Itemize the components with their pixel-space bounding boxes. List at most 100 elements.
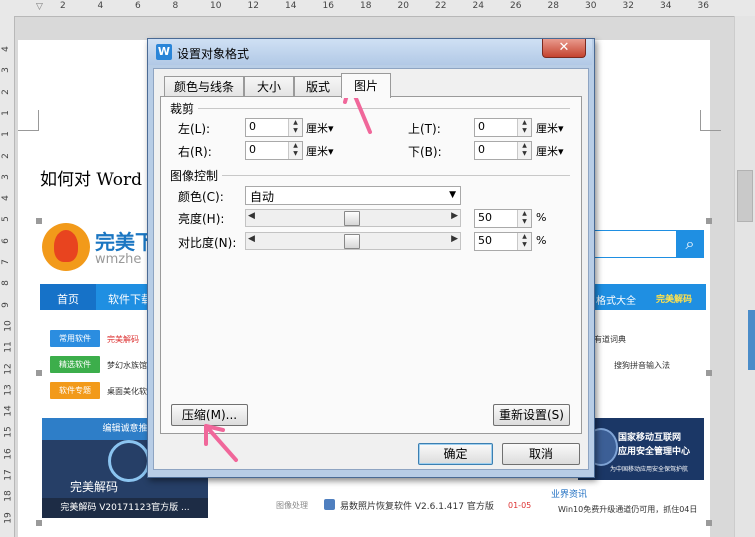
close-button[interactable]: ✕ — [542, 39, 586, 58]
site-banner-left-caption: 完美解码 V20171123官方版 ... — [42, 498, 208, 518]
ruler-number: 11 — [3, 341, 14, 353]
vertical-scrollbar[interactable] — [734, 16, 755, 537]
crop-top-unit[interactable]: 厘米▾ — [536, 120, 564, 136]
ruler-number: 8 — [172, 1, 179, 11]
contrast-label: 对比度(N): — [178, 236, 237, 250]
color-select[interactable]: 自动 ▼ — [245, 186, 461, 205]
ruler-number: 8 — [0, 280, 11, 287]
crop-top-input[interactable]: 0 ▲ ▼ — [474, 118, 532, 137]
resize-handle[interactable] — [706, 218, 712, 224]
site-banner-right: 国家移动互联网 应用安全管理中心 为中国移动应用安全保驾护航 — [578, 418, 704, 480]
ruler-number: 16 — [3, 447, 14, 460]
crop-right-unit[interactable]: 厘米▾ — [306, 143, 334, 159]
tab-picture[interactable]: 图片 — [341, 73, 391, 98]
site-link: 桌面美化软 — [107, 387, 147, 396]
dialog-title: 设置对象格式 — [177, 47, 250, 61]
ruler-number: 2 — [0, 152, 11, 159]
left-arrow-icon[interactable]: ◀ — [248, 211, 255, 221]
crop-bottom-input[interactable]: 0 ▲ ▼ — [474, 141, 532, 160]
site-item: 易数照片恢复软件 V2.6.1.417 官方版 — [340, 502, 494, 512]
spin-arrows-icon[interactable]: ▲ ▼ — [517, 233, 531, 250]
brightness-slider[interactable]: ◀ ▶ — [245, 209, 461, 227]
contrast-input[interactable]: 50 ▲ ▼ — [474, 232, 532, 251]
horizontal-ruler[interactable]: 2 4 6 8 10 12 14 16 18 20 22 24 26 28 30 32 34 36 — [0, 0, 755, 17]
crop-left-label: 左(L): — [178, 122, 211, 136]
right-arrow-icon[interactable]: ▶ — [451, 234, 458, 244]
site-tag-common: 常用软件 — [50, 330, 100, 347]
page-corner-mark — [700, 110, 721, 131]
spin-arrows-icon[interactable]: ▲ ▼ — [517, 210, 531, 227]
brightness-slider-thumb[interactable] — [344, 211, 360, 226]
annotation-arrow-icon — [204, 424, 238, 462]
ruler-number: 16 — [322, 1, 334, 11]
search-icon: ⌕ — [676, 230, 704, 258]
crop-right-input[interactable]: 0 ▲ ▼ — [245, 141, 303, 160]
site-link: 完美解码 — [107, 335, 139, 344]
vertical-ruler[interactable]: 4 3 2 1 1 2 3 4 5 6 7 8 9 10 11 12 13 14 15 16 17 18 19 — [0, 16, 15, 537]
flame-icon — [54, 230, 78, 262]
brightness-input[interactable]: 50 ▲ ▼ — [474, 209, 532, 228]
ruler-number: 18 — [360, 1, 372, 11]
tab-layout[interactable]: 版式 — [294, 76, 342, 97]
crop-left-input[interactable]: 0 ▲ ▼ — [245, 118, 303, 137]
ruler-number: 22 — [435, 1, 447, 11]
resize-handle[interactable] — [36, 520, 42, 526]
resize-handle[interactable] — [36, 218, 42, 224]
ruler-indent-marker[interactable]: ▽ — [36, 2, 48, 14]
tab-colors-and-lines[interactable]: 颜色与线条 — [164, 76, 244, 97]
site-link: 梦幻水族馆 — [107, 361, 147, 370]
reset-button[interactable]: 重新设置(S) — [493, 404, 570, 426]
side-panel-tab[interactable] — [748, 310, 755, 370]
ruler-number: 6 — [0, 237, 11, 244]
ruler-number: 7 — [0, 259, 11, 265]
ruler-number: 3 — [0, 173, 11, 180]
contrast-slider[interactable]: ◀ ▶ — [245, 232, 461, 250]
crop-bottom-label: 下(B): — [408, 145, 442, 159]
ruler-number: 4 — [97, 1, 104, 11]
left-arrow-icon[interactable]: ◀ — [248, 234, 255, 244]
resize-handle[interactable] — [706, 370, 712, 376]
site-news-title: 业界资讯 — [551, 490, 588, 500]
resize-handle[interactable] — [706, 520, 712, 526]
cancel-button[interactable]: 取消 — [502, 443, 580, 465]
ruler-number: 34 — [660, 1, 672, 11]
ruler-number: 18 — [3, 490, 14, 503]
spin-arrows-icon[interactable]: ▲ ▼ — [288, 119, 302, 136]
crop-top-label: 上(T): — [408, 122, 441, 136]
ruler-number: 20 — [397, 1, 409, 11]
app-icon — [324, 499, 335, 510]
spin-arrows-icon[interactable]: ▲ ▼ — [517, 142, 531, 159]
ok-button[interactable]: 确定 — [418, 443, 493, 465]
scrollbar-thumb[interactable] — [737, 170, 753, 222]
ruler-number: 2 — [60, 1, 66, 11]
crop-bottom-unit[interactable]: 厘米▾ — [536, 143, 564, 159]
ruler-number: 13 — [3, 384, 14, 396]
ruler-number: 14 — [3, 405, 14, 417]
site-banner-left-text: 完美解码 — [70, 480, 119, 494]
ruler-number: 12 — [3, 362, 14, 375]
site-banner-right-line3: 为中国移动应用安全保驾护航 — [610, 466, 689, 473]
spin-arrows-icon[interactable]: ▲ ▼ — [288, 142, 302, 159]
crop-left-unit[interactable]: 厘米▾ — [306, 120, 334, 136]
crop-section-label: 裁剪 — [170, 102, 195, 116]
ruler-number: 24 — [472, 1, 484, 11]
site-tag-selected: 精选软件 — [50, 356, 100, 373]
tab-size[interactable]: 大小 — [244, 76, 294, 97]
right-arrow-icon[interactable]: ▶ — [451, 211, 458, 221]
image-control-divider — [222, 175, 570, 176]
brightness-percent: % — [536, 211, 547, 224]
ruler-number: 4 — [0, 46, 11, 52]
site-nav-formats-label: 格式大全 — [596, 296, 636, 307]
spin-arrows-icon[interactable]: ▲ ▼ — [517, 119, 531, 136]
document-heading[interactable]: 如何对 Word — [40, 165, 142, 190]
resize-handle[interactable] — [36, 370, 42, 376]
ruler-number: 36 — [697, 1, 709, 11]
site-logo-text: 完美下 — [95, 230, 155, 254]
contrast-slider-thumb[interactable] — [344, 234, 360, 249]
ruler-number: 15 — [3, 426, 14, 439]
dropdown-arrow-icon[interactable]: ▼ — [449, 190, 456, 200]
ruler-number: 19 — [3, 511, 14, 524]
crop-right-label: 右(R): — [178, 145, 212, 159]
site-logo-subtext: wmzhe — [95, 252, 142, 267]
ruler-number: 32 — [622, 1, 634, 11]
